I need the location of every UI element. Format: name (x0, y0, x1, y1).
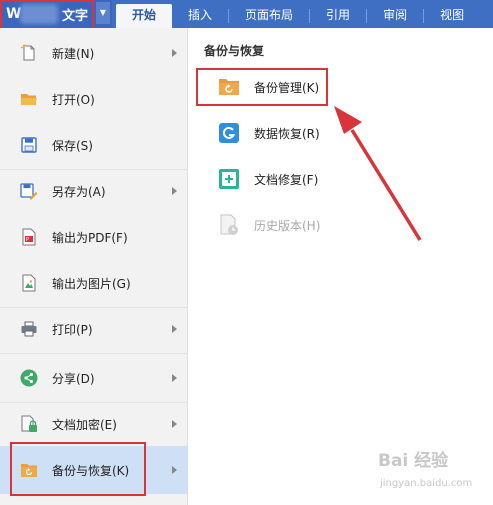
watermark-url: jingyan.baidu.com (380, 478, 473, 489)
annotation-arrow (334, 106, 422, 241)
watermark-logo: Bai 经验 (378, 451, 449, 471)
